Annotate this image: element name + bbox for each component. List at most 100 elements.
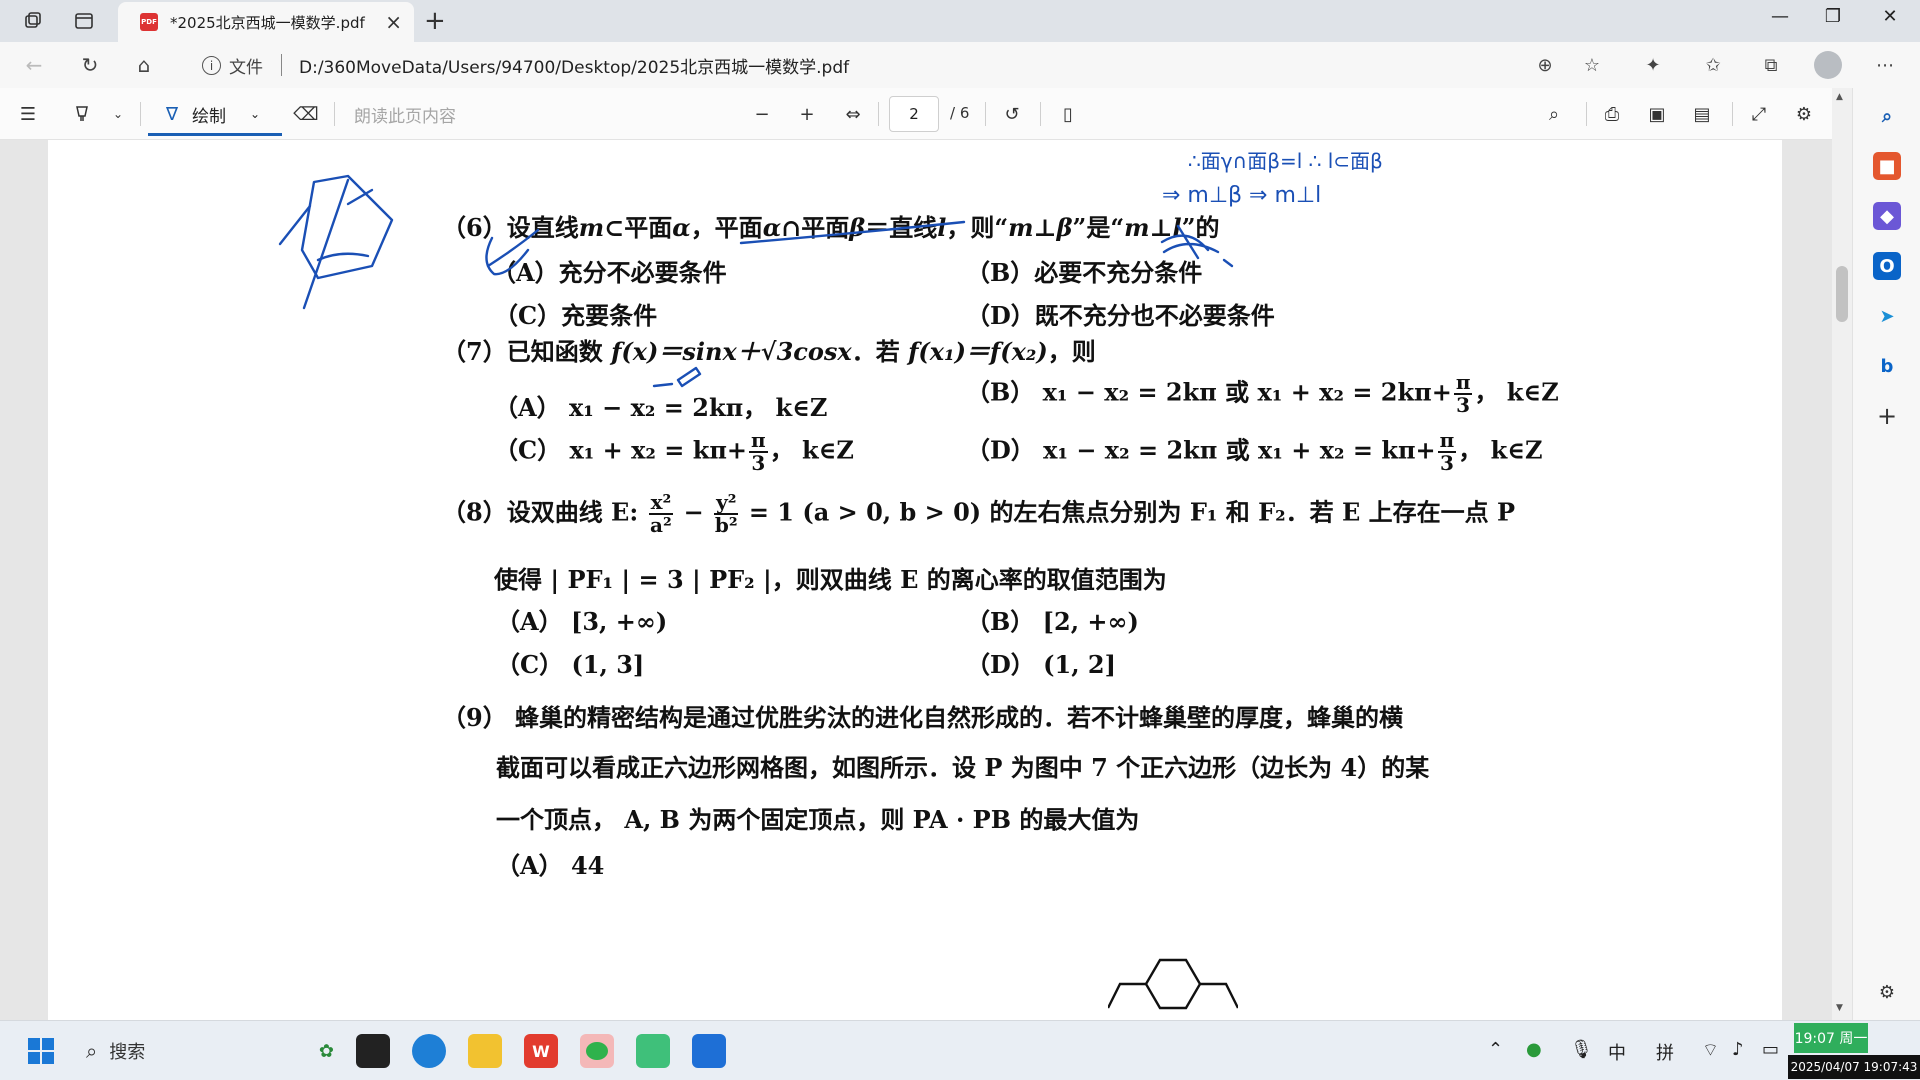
send-icon[interactable]: ➤ xyxy=(1873,302,1901,330)
taskbar-search-placeholder: 搜索 xyxy=(109,1042,146,1063)
search-icon[interactable]: ⌕ xyxy=(1873,102,1901,130)
question-8-option-c: （C） (1, 3] xyxy=(496,650,645,679)
question-8-option-b: （B） [2, +∞) xyxy=(966,607,1139,636)
outlook-icon[interactable]: O xyxy=(1873,252,1901,280)
site-info[interactable]: i 文件 xyxy=(202,53,263,78)
scrollbar-thumb[interactable] xyxy=(1836,266,1848,322)
plane-sketch-edge xyxy=(278,204,312,246)
new-tab-button[interactable]: + xyxy=(424,6,446,36)
document-viewport[interactable]: （6）设直线m⊂平面α，平面α∩平面β＝直线l，则“m⊥β”是“m⊥l”的 （A… xyxy=(0,140,1832,1020)
print-icon[interactable]: ⎙ xyxy=(1598,101,1626,127)
ime-mode[interactable]: 拼 xyxy=(1656,1039,1674,1065)
wps-icon[interactable]: W xyxy=(524,1034,558,1068)
ime-language[interactable]: 中 xyxy=(1608,1039,1626,1065)
wechat-icon[interactable] xyxy=(580,1034,614,1068)
address-bar: ← ↻ ⌂ i 文件 D:/360MoveData/Users/94700/De… xyxy=(0,42,1920,88)
highlight-icon[interactable] xyxy=(68,101,96,127)
draw-button[interactable]: ∇ 绘制 ⌄ xyxy=(148,96,282,136)
tab-actions-icon[interactable] xyxy=(69,7,99,35)
zoom-in-icon[interactable]: + xyxy=(793,101,821,127)
pdf-file-icon: PDF xyxy=(140,13,158,31)
toolbar-divider xyxy=(878,102,879,126)
search-icon: ⌕ xyxy=(86,1039,98,1063)
question-6-option-d: （D）既不充分也不必要条件 xyxy=(966,301,1275,330)
zoom-icon[interactable]: ⊕ xyxy=(1530,52,1560,78)
restore-button[interactable]: ❐ xyxy=(1813,6,1853,27)
tab-active-pdf[interactable]: PDF *2025北京西城一模数学.pdf × xyxy=(118,2,414,42)
fit-width-icon[interactable]: ⇔ xyxy=(839,101,867,127)
volume-icon[interactable]: ♪ xyxy=(1732,1039,1744,1060)
draw-active-indicator xyxy=(148,133,282,136)
scroll-down-arrow[interactable]: ▼ xyxy=(1836,1003,1843,1013)
zoom-out-icon[interactable]: − xyxy=(748,101,776,127)
question-7-option-b: （B） x₁ − x₂ = 2kπ 或 x₁ + x₂ = 2kπ+ π 3， k∈… xyxy=(966,370,1559,417)
line-sketch xyxy=(302,178,350,310)
fraction: π3 xyxy=(1437,428,1457,475)
contents-icon[interactable]: ☰ xyxy=(14,101,42,127)
save-as-icon[interactable]: ▤ xyxy=(1688,101,1716,127)
file-scheme-label: 文件 xyxy=(229,58,263,78)
toolbar-divider xyxy=(334,102,335,126)
save-icon[interactable]: ▣ xyxy=(1643,101,1671,127)
shopping-icon[interactable]: ■ xyxy=(1873,152,1901,180)
pdf-page[interactable]: （6）设直线m⊂平面α，平面α∩平面β＝直线l，则“m⊥β”是“m⊥l”的 （A… xyxy=(48,140,1782,1020)
windows-start-icon[interactable] xyxy=(24,1034,58,1068)
edge-app-icon[interactable] xyxy=(412,1034,446,1068)
draw-dropdown-icon[interactable]: ⌄ xyxy=(250,107,260,121)
pdf-settings-icon[interactable]: ⚙ xyxy=(1790,101,1818,127)
read-aloud-button[interactable]: 朗读此页内容 xyxy=(354,102,456,127)
url-divider xyxy=(281,54,282,76)
add-favorite-icon[interactable]: ☆ xyxy=(1577,52,1607,78)
page-view-icon[interactable]: ▯ xyxy=(1054,101,1082,127)
question-7-option-c: （C） x₁ + x₂ = kπ+ π 3， k∈Z xyxy=(494,428,854,475)
question-6-option-c: （C）充要条件 xyxy=(494,301,658,330)
question-7-stem: （7）已知函数 f(x)＝sinx＋√3cosx．若 f(x₁)＝f(x₂)，则 xyxy=(442,337,1096,366)
toolbar-divider xyxy=(985,102,986,126)
clock-time[interactable]: 19:07 周一 xyxy=(1794,1023,1868,1053)
question-9-line-1: （9） 蜂巢的精密结构是通过优胜劣汰的进化自然形成的．若不计蜂巢壁的厚度，蜂巢的… xyxy=(442,703,1404,732)
sidebar-settings-icon[interactable]: ⚙ xyxy=(1873,978,1901,1006)
copilot-icon[interactable]: ◆ xyxy=(1873,202,1901,230)
rotate-icon[interactable]: ↺ xyxy=(998,101,1026,127)
fullscreen-icon[interactable]: ⤢ xyxy=(1745,101,1773,127)
battery-icon[interactable]: ▭ xyxy=(1762,1039,1779,1060)
bing-icon[interactable]: b xyxy=(1873,352,1901,380)
wifi-icon[interactable]: ⌔ xyxy=(1702,1039,1719,1062)
url-field[interactable]: D:/360MoveData/Users/94700/Desktop/2025北… xyxy=(299,53,849,78)
handwritten-note-1: ∴面γ∩面β=l ∴ l⊂面β xyxy=(1188,149,1383,173)
photos-icon[interactable] xyxy=(692,1034,726,1068)
show-hidden-icons[interactable]: ⌃ xyxy=(1488,1039,1503,1060)
security-tray-icon[interactable]: ● xyxy=(1526,1039,1542,1060)
info-icon: i xyxy=(202,56,221,75)
back-button[interactable]: ← xyxy=(20,52,48,78)
question-8-option-a: （A） [3, +∞) xyxy=(496,607,668,636)
eraser-icon[interactable]: ⌫ xyxy=(292,101,320,127)
taskbar-search[interactable]: ⌕ 搜索 ✿ xyxy=(80,1033,342,1069)
collections-icon[interactable]: ⧉ xyxy=(1756,52,1786,78)
favorites-icon[interactable]: ✩ xyxy=(1698,52,1728,78)
extensions-icon[interactable]: ✦ xyxy=(1638,52,1668,78)
microphone-icon[interactable]: 🎙︎ xyxy=(1570,1039,1593,1060)
fraction: π3 xyxy=(749,428,768,475)
remote-desktop-icon[interactable] xyxy=(636,1034,670,1068)
close-window-button[interactable]: ✕ xyxy=(1870,6,1910,27)
highlight-dropdown-icon[interactable]: ⌄ xyxy=(104,101,132,127)
edge-sidebar: ⌕ ■ ◆ O ➤ b + ⚙ xyxy=(1852,88,1920,1020)
workspaces-icon[interactable] xyxy=(18,7,48,35)
task-view-icon[interactable] xyxy=(356,1034,390,1068)
file-explorer-icon[interactable] xyxy=(468,1034,502,1068)
toolbar-divider xyxy=(1732,102,1733,126)
close-tab-icon[interactable]: × xyxy=(385,10,402,34)
vertical-scrollbar[interactable]: ▲ ▼ xyxy=(1832,88,1852,1020)
more-menu-icon[interactable]: ⋯ xyxy=(1870,52,1900,78)
profile-avatar[interactable] xyxy=(1814,51,1842,79)
home-button[interactable]: ⌂ xyxy=(130,52,158,78)
refresh-button[interactable]: ↻ xyxy=(76,52,104,78)
minimize-button[interactable]: — xyxy=(1760,6,1800,27)
scroll-up-arrow[interactable]: ▲ xyxy=(1836,92,1843,102)
page-number-input[interactable]: 2 xyxy=(889,96,939,132)
question-8-option-d: （D） (1, 2] xyxy=(966,650,1116,679)
find-icon[interactable]: ⌕ xyxy=(1540,101,1568,127)
add-sidebar-app-icon[interactable]: + xyxy=(1873,402,1901,430)
question-7-option-d: （D） x₁ − x₂ = 2kπ 或 x₁ + x₂ = kπ+ π 3， k∈Z xyxy=(966,428,1543,475)
